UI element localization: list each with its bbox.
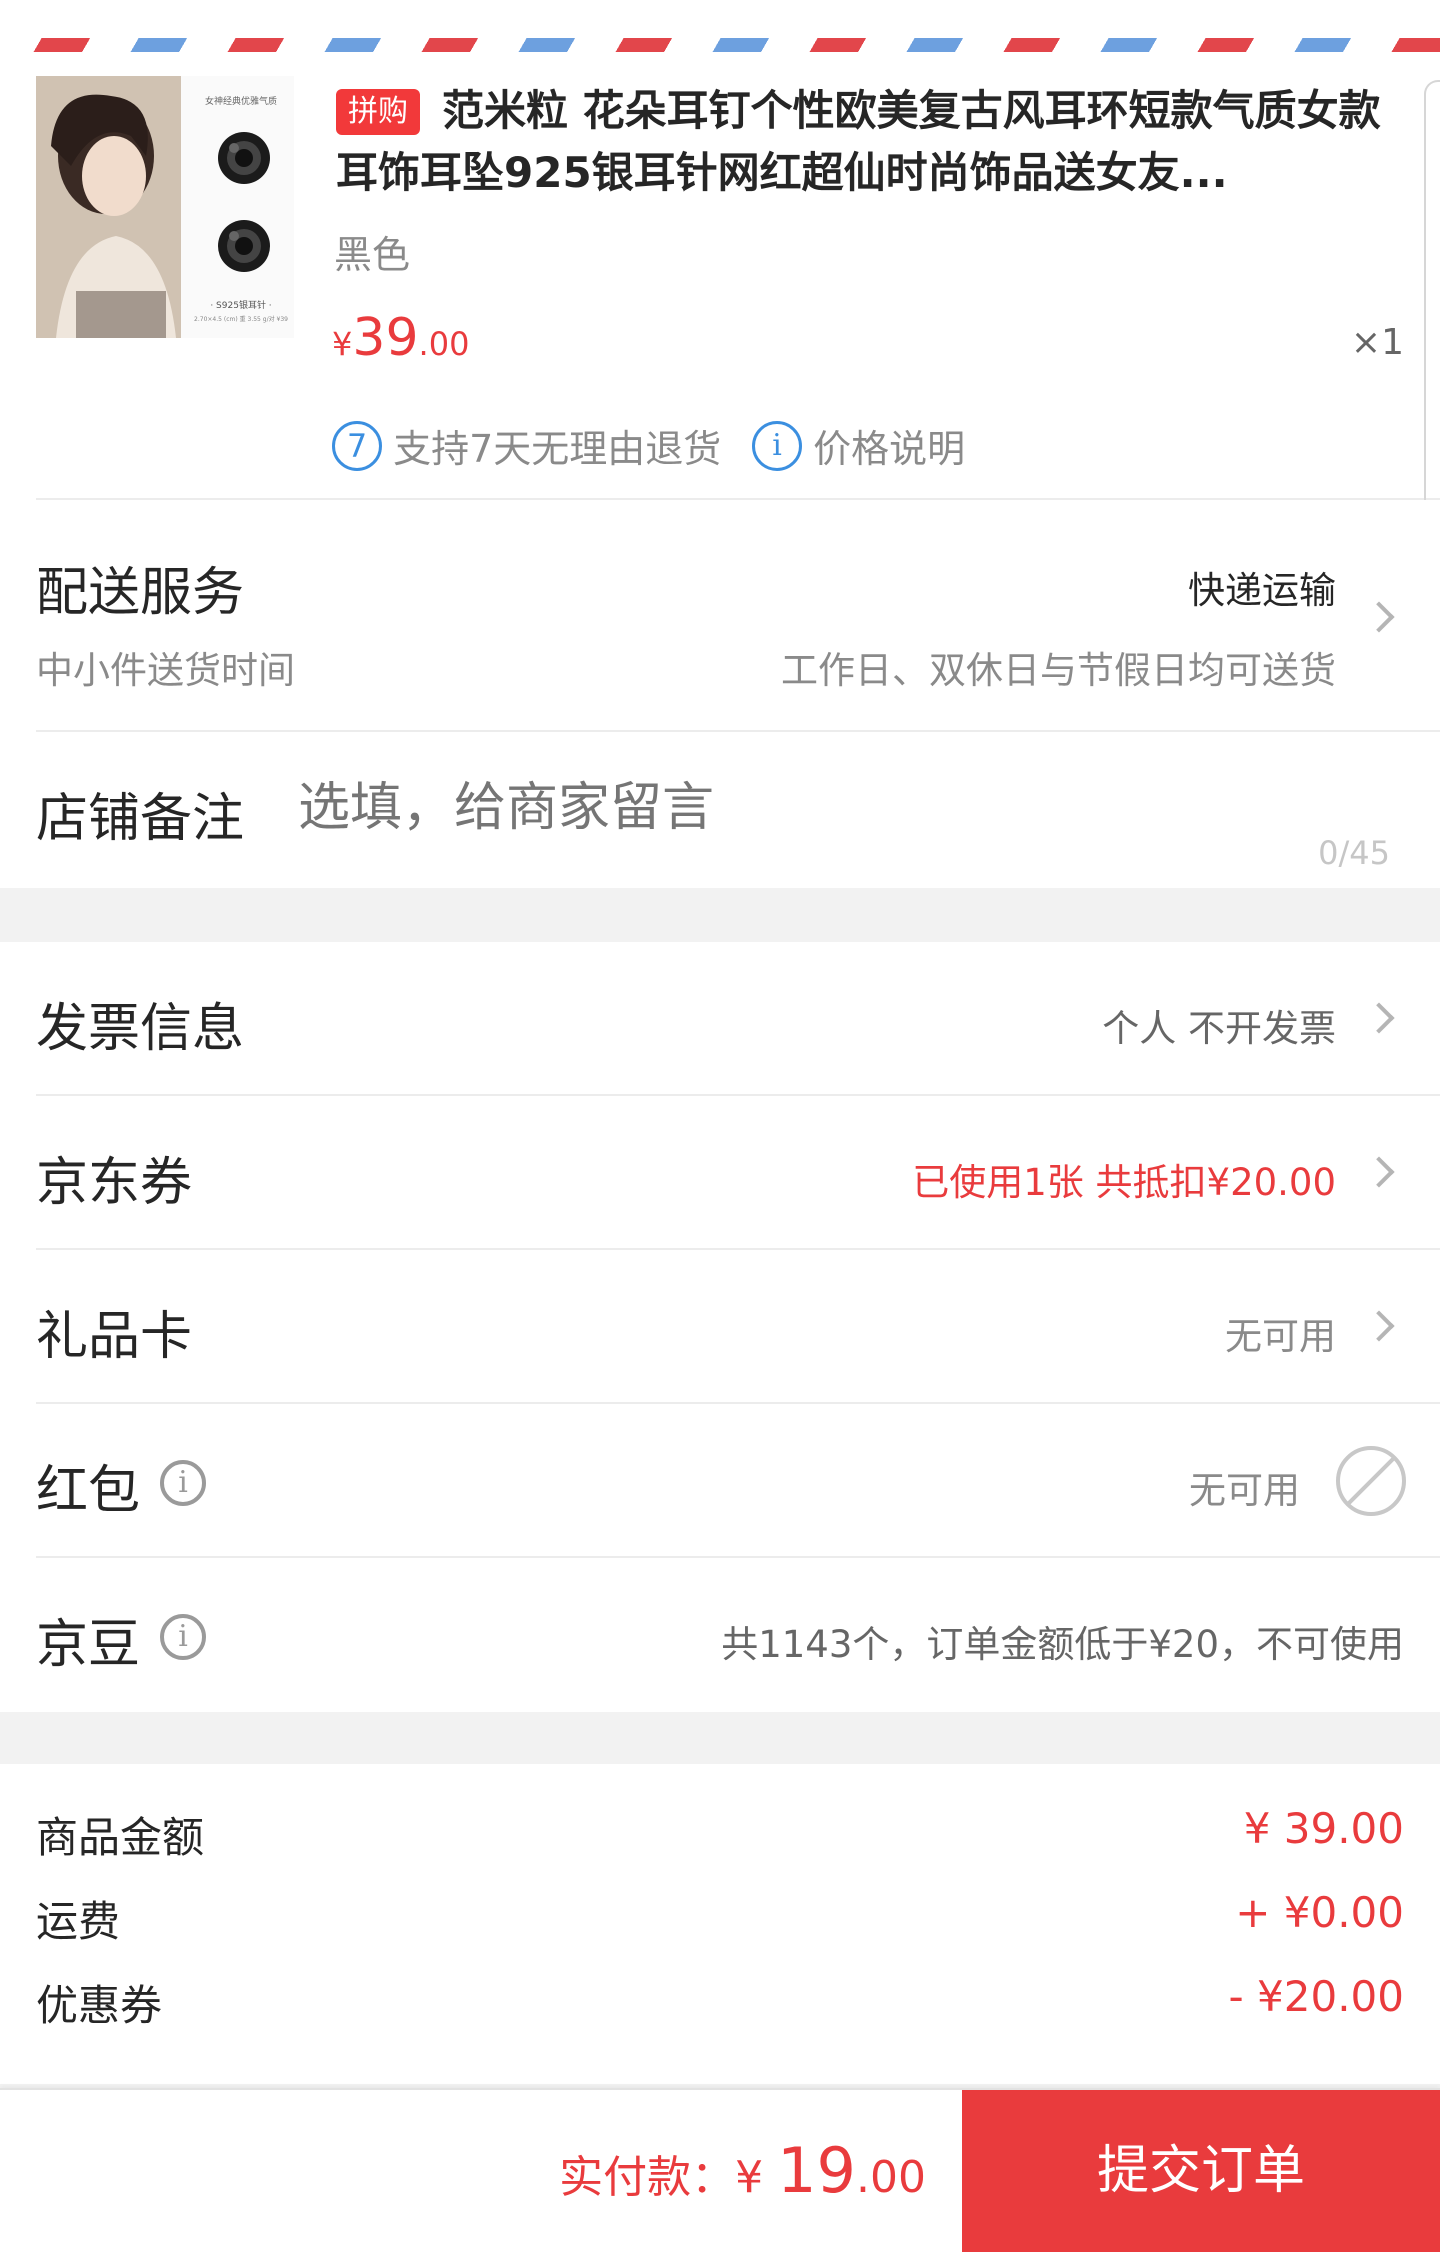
total-payable: 实付款：¥ 19.00 [559,2134,926,2207]
jingdou-value: 共1143个，订单金额低于¥20，不可使用 [721,1623,1404,1666]
giftcard-value: 无可用 [1225,1315,1336,1358]
disabled-icon[interactable] [1336,1446,1406,1516]
airmail-border [0,38,1440,52]
jingdou-label: 京豆 [36,1615,141,1675]
delivery-label: 配送服务 [36,563,245,623]
shipping-value: + ¥0.00 [1235,1888,1404,1937]
image-caption: · S925银耳针 · [210,301,272,311]
redpacket-value: 无可用 [1189,1469,1300,1512]
pingou-tag: 拼购 [336,89,420,135]
total-currency: ¥ [735,2152,778,2203]
seven-day-icon: 7 [332,420,382,471]
discount-value: - ¥20.00 [1228,1972,1404,2021]
store-note-row: 店铺备注 0/45 [0,732,1440,888]
delivery-sublabel: 中小件送货时间 [36,649,295,692]
info-icon[interactable]: i [160,1460,206,1506]
store-note-label: 店铺备注 [36,789,245,849]
total-int: 19 [777,2134,857,2207]
info-icon[interactable]: i [160,1614,206,1660]
invoice-value: 个人 不开发票 [1102,1007,1336,1050]
product-price: ¥39.00 [332,308,469,368]
price-note-text: 价格说明 [813,427,966,471]
coupon-value: 已使用1张 共抵扣¥20.00 [912,1161,1336,1204]
price-dec: .00 [418,325,470,363]
submit-order-button[interactable]: 提交订单 [962,2090,1440,2252]
flower-earring-icon [214,128,274,188]
note-counter: 0/45 [1318,834,1390,872]
total-dec: .00 [856,2152,926,2203]
checkout-bar: 实付款：¥ 19.00 提交订单 [0,2088,1440,2252]
invoice-row[interactable]: 发票信息 个人 不开发票 [0,942,1440,1095]
coupon-label: 京东券 [36,1153,193,1213]
return-policy[interactable]: 7 支持7天无理由退货 [332,418,722,471]
chevron-right-icon [1363,1002,1395,1034]
chevron-right-icon [1363,1310,1395,1342]
delivery-schedule: 工作日、双休日与节假日均可送货 [781,649,1336,692]
payment-options: 发票信息 个人 不开发票 京东券 已使用1张 共抵扣¥20.00 礼品卡 无可用… [0,942,1440,1712]
price-int: 39 [352,308,419,368]
redpacket-label: 红包 [36,1461,141,1521]
order-summary: 商品金额 ¥ 39.00 运费 + ¥0.00 优惠券 - ¥20.00 [0,1764,1440,2084]
redpacket-row: 红包 i 无可用 [0,1404,1440,1557]
delivery-method: 快递运输 [1188,569,1336,612]
invoice-label: 发票信息 [36,999,245,1059]
goods-amount-value: ¥ 39.00 [1243,1804,1404,1853]
jingdou-row: 京豆 i 共1143个，订单金额低于¥20，不可使用 [0,1558,1440,1712]
product-image[interactable]: 女神经典优雅气质 · S925银耳针 · 2.70×4.5 (cm) 重 3.5… [36,76,294,338]
coupon-row[interactable]: 京东券 已使用1张 共抵扣¥20.00 [0,1096,1440,1249]
price-currency: ¥ [332,325,353,363]
chevron-right-icon [1363,1156,1395,1188]
discount-label: 优惠券 [36,1981,163,2030]
info-icon: i [752,420,802,471]
price-note[interactable]: i 价格说明 [752,418,966,471]
product-section: 女神经典优雅气质 · S925银耳针 · 2.70×4.5 (cm) 重 3.5… [0,0,1440,574]
image-caption-sub: 2.70×4.5 (cm) 重 3.55 g/对 ¥39 [194,316,288,323]
return-policy-text: 支持7天无理由退货 [393,427,722,471]
flower-earring-icon [214,216,274,276]
giftcard-row[interactable]: 礼品卡 无可用 [0,1250,1440,1403]
product-title: 范米粒 花朵耳钉个性欧美复古风耳环短款气质女款耳饰耳坠925银耳针网红超仙时尚饰… [336,86,1381,197]
total-label: 实付款： [559,2152,736,2203]
chevron-right-icon [1363,601,1395,633]
product-title-block[interactable]: 拼购 范米粒 花朵耳钉个性欧美复古风耳环短款气质女款耳饰耳坠925银耳针网红超仙时… [336,80,1406,204]
giftcard-label: 礼品卡 [36,1307,193,1367]
image-header-text: 女神经典优雅气质 [204,97,277,107]
shipping-label: 运费 [36,1897,121,1946]
goods-amount-label: 商品金额 [36,1813,205,1862]
delivery-row[interactable]: 配送服务 快递运输 中小件送货时间 工作日、双休日与节假日均可送货 [0,500,1440,732]
product-quantity: ×1 [1350,322,1404,363]
store-note-input[interactable] [296,762,1300,854]
product-variant: 黑色 [334,233,411,277]
